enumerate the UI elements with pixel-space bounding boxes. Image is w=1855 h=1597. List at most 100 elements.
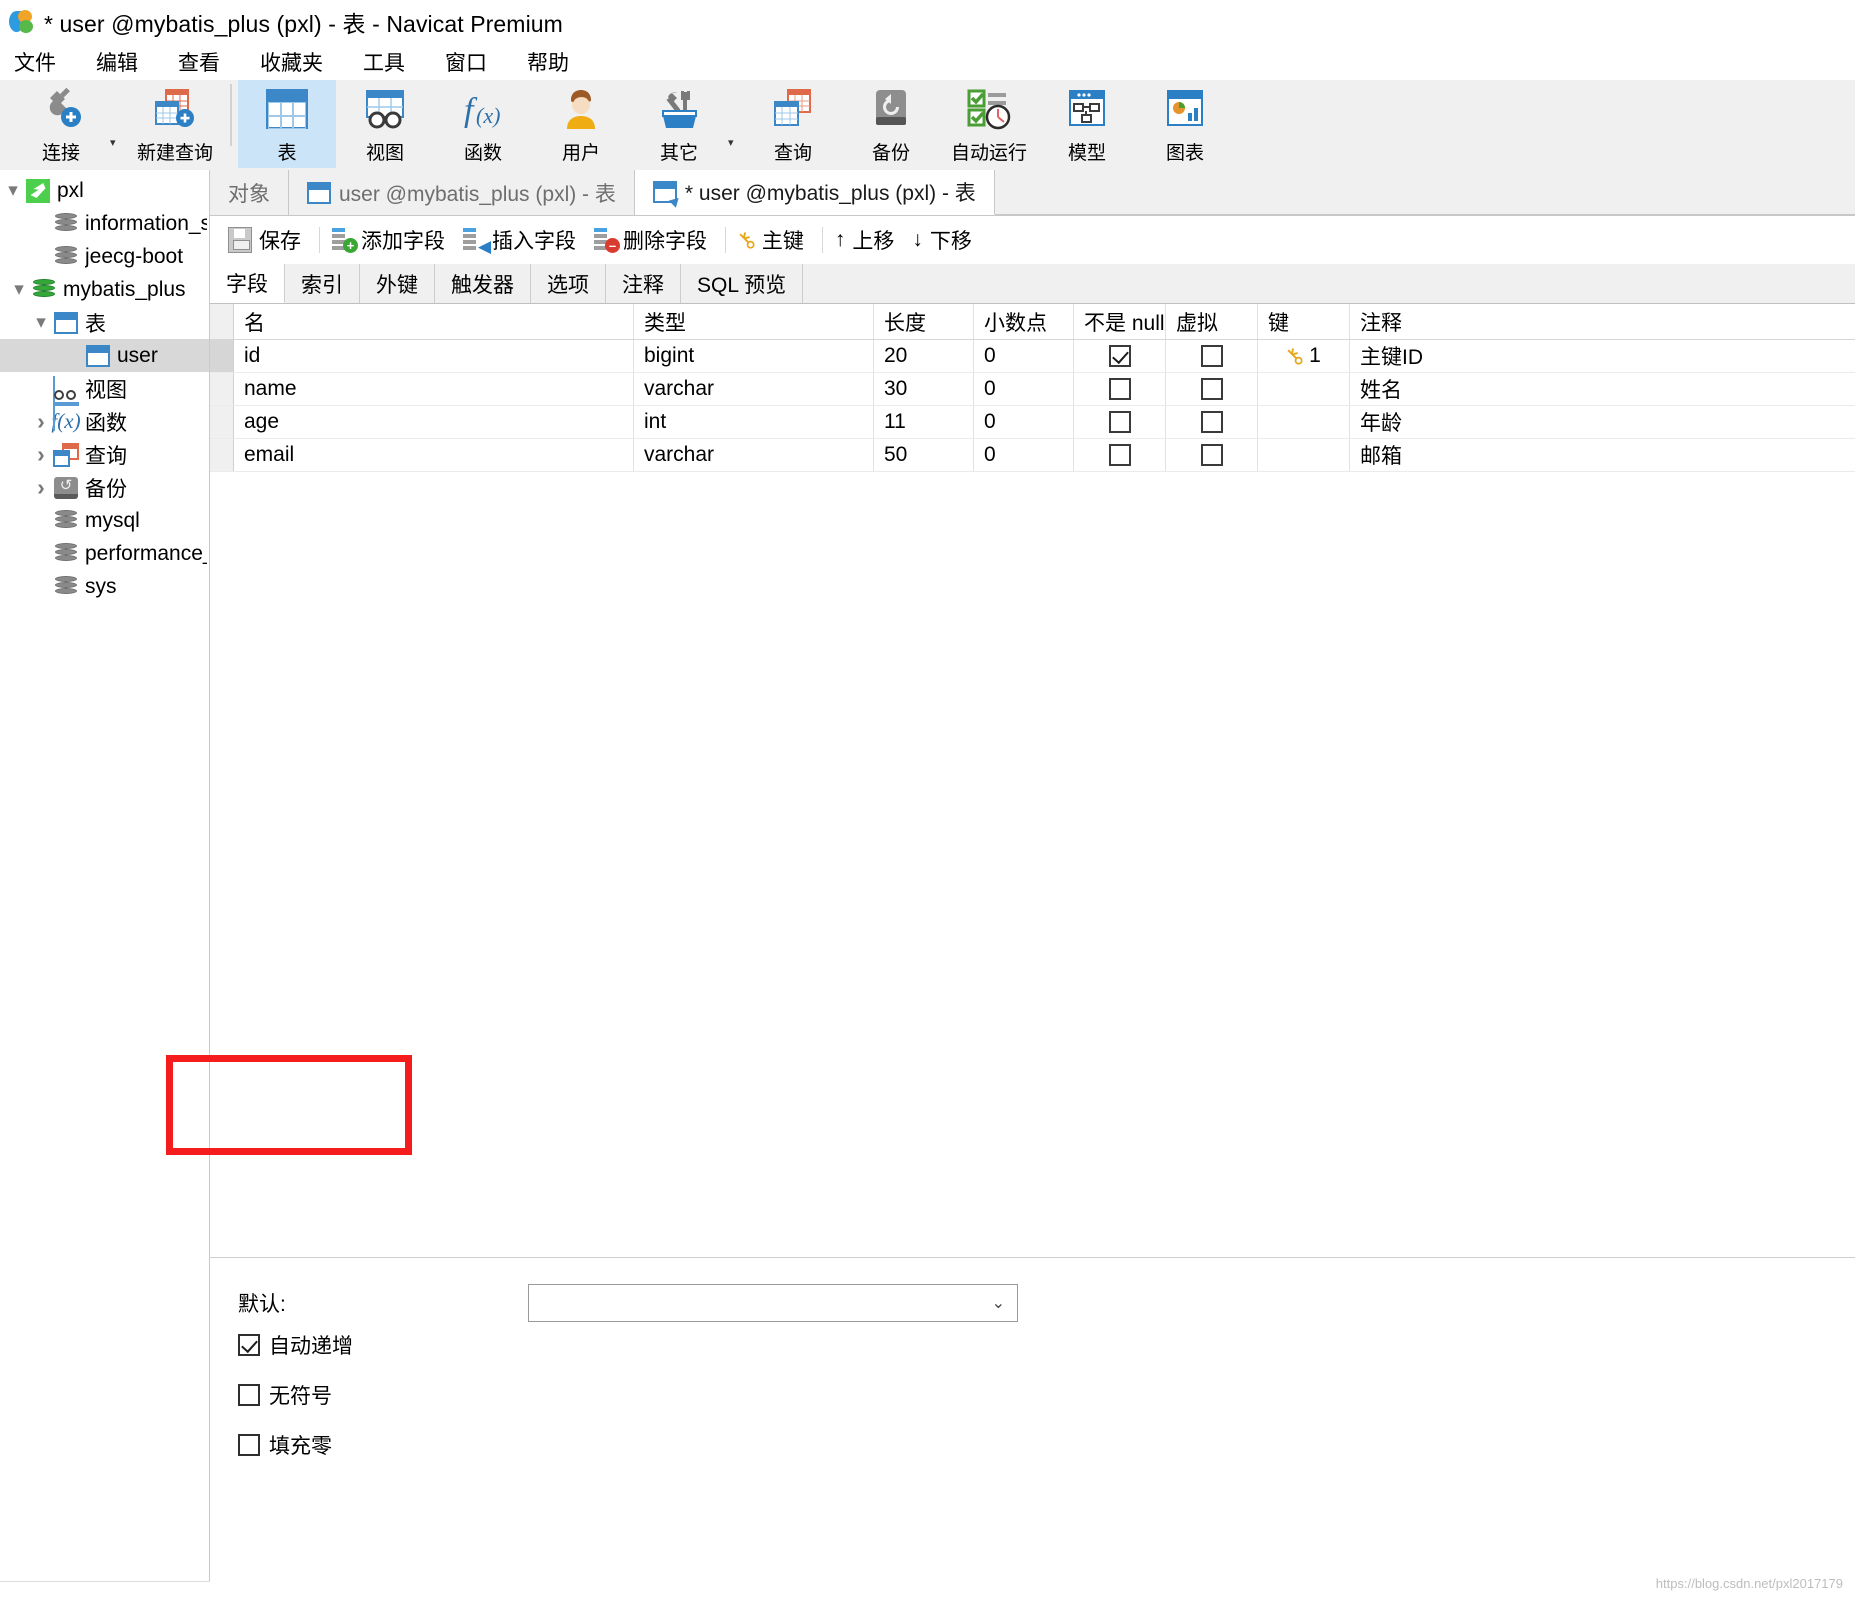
sidebar-item-user-table[interactable]: user bbox=[0, 339, 209, 372]
cell-virtual[interactable] bbox=[1166, 340, 1258, 372]
table-row[interactable]: id bigint 20 0 ⚷ 1 主键ID bbox=[210, 340, 1855, 373]
column-header-comment[interactable]: 注释 bbox=[1350, 304, 1855, 339]
cell-field-type[interactable]: int bbox=[634, 406, 874, 438]
column-header-key[interactable]: 键 bbox=[1258, 304, 1350, 339]
cell-key[interactable] bbox=[1258, 439, 1350, 471]
cell-comment[interactable]: 年龄 bbox=[1350, 406, 1855, 438]
zerofill-row[interactable]: 填充零 bbox=[238, 1424, 528, 1466]
virtual-checkbox[interactable] bbox=[1200, 411, 1223, 433]
cell-comment[interactable]: 姓名 bbox=[1350, 373, 1855, 405]
chevron-down-icon[interactable]: ⌄ bbox=[992, 1293, 1005, 1313]
cell-key[interactable] bbox=[1258, 373, 1350, 405]
cell-comment[interactable]: 邮箱 bbox=[1350, 439, 1855, 471]
toolbar-button-model[interactable]: 模型 bbox=[1038, 80, 1136, 168]
cell-virtual[interactable] bbox=[1166, 439, 1258, 471]
twisty-open-icon[interactable] bbox=[30, 313, 52, 332]
cell-decimals[interactable]: 0 bbox=[974, 340, 1074, 372]
not-null-checkbox[interactable] bbox=[1108, 345, 1131, 367]
cell-key[interactable] bbox=[1258, 406, 1350, 438]
not-null-checkbox[interactable] bbox=[1108, 444, 1131, 466]
sidebar-item-jeecg-boot[interactable]: jeecg-boot bbox=[0, 240, 209, 273]
cell-key[interactable]: ⚷ 1 bbox=[1258, 340, 1350, 372]
cell-not-null[interactable] bbox=[1074, 373, 1166, 405]
subtab-sql-preview[interactable]: SQL 预览 bbox=[681, 264, 804, 303]
sidebar-item-mybatis-plus[interactable]: mybatis_plus bbox=[0, 273, 209, 306]
column-header-name[interactable]: 名 bbox=[234, 304, 634, 339]
menu-file[interactable]: 文件 bbox=[10, 45, 60, 79]
column-header-decimals[interactable]: 小数点 bbox=[974, 304, 1074, 339]
toolbar-button-backup[interactable]: 备份 bbox=[842, 80, 940, 168]
table-row[interactable]: age int 11 0 年龄 bbox=[210, 406, 1855, 439]
toolbar-button-other[interactable]: 其它 bbox=[630, 80, 728, 168]
toolbar-button-chart[interactable]: 图表 bbox=[1136, 80, 1234, 168]
row-selector[interactable] bbox=[210, 439, 234, 471]
virtual-checkbox[interactable] bbox=[1200, 345, 1223, 367]
sidebar-horizontal-scrollbar[interactable] bbox=[0, 1581, 210, 1597]
tab-objects[interactable]: 对象 bbox=[210, 170, 289, 215]
cell-field-name[interactable]: age bbox=[234, 406, 634, 438]
cell-length[interactable]: 20 bbox=[874, 340, 974, 372]
sidebar-item-functions-folder[interactable]: f(x) 函数 bbox=[0, 405, 209, 438]
table-row[interactable]: name varchar 30 0 姓名 bbox=[210, 373, 1855, 406]
subtab-options[interactable]: 选项 bbox=[531, 264, 606, 303]
menu-view[interactable]: 查看 bbox=[174, 45, 224, 79]
cell-field-type[interactable]: bigint bbox=[634, 340, 874, 372]
row-selector[interactable] bbox=[210, 340, 234, 372]
cell-field-type[interactable]: varchar bbox=[634, 439, 874, 471]
sidebar-item-mysql[interactable]: mysql bbox=[0, 504, 209, 537]
toolbar-button-new-query[interactable]: 新建查询 bbox=[126, 80, 224, 168]
sidebar-item-pxl[interactable]: pxl bbox=[0, 174, 209, 207]
move-down-button[interactable]: ↓ 下移 bbox=[906, 223, 984, 257]
connection-dropdown-caret-icon[interactable]: ▾ bbox=[110, 136, 126, 149]
twisty-open-icon[interactable] bbox=[8, 280, 30, 299]
primary-key-button[interactable]: ⚷ 主键 bbox=[731, 223, 816, 257]
column-header-not-null[interactable]: 不是 null bbox=[1074, 304, 1166, 339]
insert-field-button[interactable]: ◀ 插入字段 bbox=[457, 223, 588, 257]
sidebar-item-backups-folder[interactable]: ↺ 备份 bbox=[0, 471, 209, 504]
move-up-button[interactable]: ↑ 上移 bbox=[829, 223, 907, 257]
cell-field-name[interactable]: email bbox=[234, 439, 634, 471]
virtual-checkbox[interactable] bbox=[1200, 444, 1223, 466]
cell-decimals[interactable]: 0 bbox=[974, 439, 1074, 471]
cell-field-type[interactable]: varchar bbox=[634, 373, 874, 405]
cell-field-name[interactable]: id bbox=[234, 340, 634, 372]
toolbar-button-view[interactable]: 视图 bbox=[336, 80, 434, 168]
subtab-indexes[interactable]: 索引 bbox=[285, 264, 360, 303]
toolbar-button-table[interactable]: 表 bbox=[238, 80, 336, 168]
navigation-tree[interactable]: pxl information_s jeecg-boot mybatis_plu… bbox=[0, 170, 210, 1597]
add-field-button[interactable]: + 添加字段 bbox=[326, 223, 457, 257]
menu-favorites[interactable]: 收藏夹 bbox=[256, 45, 327, 79]
menu-edit[interactable]: 编辑 bbox=[92, 45, 142, 79]
zerofill-checkbox[interactable] bbox=[238, 1434, 260, 1456]
tab-table-data[interactable]: user @mybatis_plus (pxl) - 表 bbox=[289, 170, 635, 215]
column-header-length[interactable]: 长度 bbox=[874, 304, 974, 339]
toolbar-button-connection[interactable]: 连接 bbox=[12, 80, 110, 168]
twisty-closed-icon[interactable] bbox=[30, 443, 52, 466]
menu-help[interactable]: 帮助 bbox=[523, 45, 573, 79]
sidebar-item-information-schema[interactable]: information_s bbox=[0, 207, 209, 240]
sidebar-item-views-folder[interactable]: 视图 bbox=[0, 372, 209, 431]
unsigned-row[interactable]: 无符号 bbox=[238, 1374, 528, 1416]
twisty-closed-icon[interactable] bbox=[30, 410, 52, 433]
cell-not-null[interactable] bbox=[1074, 406, 1166, 438]
cell-not-null[interactable] bbox=[1074, 340, 1166, 372]
tab-table-design[interactable]: * user @mybatis_plus (pxl) - 表 bbox=[634, 170, 995, 215]
subtab-foreign-keys[interactable]: 外键 bbox=[360, 264, 435, 303]
sidebar-item-queries-folder[interactable]: 查询 bbox=[0, 438, 209, 471]
column-header-virtual[interactable]: 虚拟 bbox=[1166, 304, 1258, 339]
sidebar-item-tables-folder[interactable]: 表 bbox=[0, 306, 209, 339]
save-button[interactable]: 保存 bbox=[222, 223, 313, 257]
cell-field-name[interactable]: name bbox=[234, 373, 634, 405]
cell-not-null[interactable] bbox=[1074, 439, 1166, 471]
not-null-checkbox[interactable] bbox=[1108, 378, 1131, 400]
subtab-triggers[interactable]: 触发器 bbox=[435, 264, 531, 303]
twisty-open-icon[interactable] bbox=[2, 181, 24, 200]
cell-length[interactable]: 30 bbox=[874, 373, 974, 405]
column-header-type[interactable]: 类型 bbox=[634, 304, 874, 339]
cell-decimals[interactable]: 0 bbox=[974, 373, 1074, 405]
row-selector[interactable] bbox=[210, 406, 234, 438]
cell-decimals[interactable]: 0 bbox=[974, 406, 1074, 438]
twisty-closed-icon[interactable] bbox=[30, 476, 52, 499]
toolbar-button-user[interactable]: 用户 bbox=[532, 80, 630, 168]
cell-length[interactable]: 50 bbox=[874, 439, 974, 471]
